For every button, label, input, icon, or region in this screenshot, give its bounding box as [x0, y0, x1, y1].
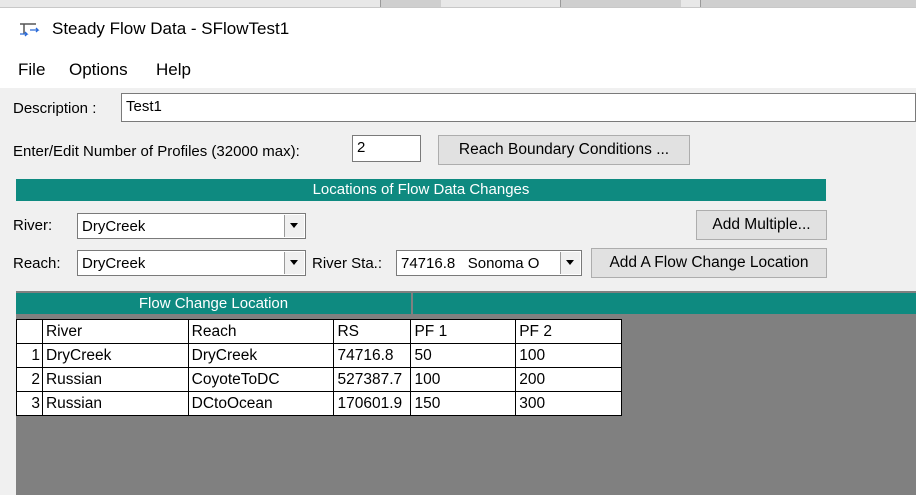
dropdown-arrow-icon[interactable] [284, 252, 304, 274]
title-bar: Steady Flow Data - SFlowTest1 [0, 8, 916, 52]
table-row: 3 Russian DCtoOcean 170601.9 150 300 [16, 391, 622, 416]
cell-rs[interactable]: 74716.8 [333, 343, 412, 368]
reach-boundary-conditions-button[interactable]: Reach Boundary Conditions ... [438, 135, 690, 165]
reach-label: Reach: [13, 255, 61, 272]
cell-pf2[interactable]: 100 [515, 343, 622, 368]
description-label: Description : [13, 100, 97, 117]
locations-header: Locations of Flow Data Changes [16, 179, 826, 201]
flow-data-icon [18, 20, 40, 40]
cell-pf1[interactable]: 100 [410, 367, 517, 392]
profiles-input[interactable]: 2 [352, 135, 421, 162]
table-row: 1 DryCreek DryCreek 74716.8 50 100 [16, 343, 622, 368]
river-sta-select[interactable]: 74716.8 Sonoma O [396, 250, 582, 276]
dropdown-arrow-icon[interactable] [284, 215, 304, 237]
dropdown-arrow-icon[interactable] [560, 252, 580, 274]
menu-help[interactable]: Help [152, 58, 195, 82]
cell-reach[interactable]: CoyoteToDC [187, 367, 335, 392]
row-number: 1 [16, 343, 43, 368]
cell-rs[interactable]: 170601.9 [333, 391, 412, 416]
menu-options[interactable]: Options [65, 58, 132, 82]
river-sta-label: River Sta.: [312, 255, 383, 272]
river-label: River: [13, 217, 53, 234]
cell-rs[interactable]: 527387.7 [333, 367, 412, 392]
table-header-row: River Reach RS PF 1 PF 2 [16, 319, 622, 344]
profiles-group-header [413, 293, 916, 314]
content-area: Description : Test1 Enter/Edit Number of… [0, 88, 916, 495]
column-header-rs: RS [333, 319, 412, 344]
flow-change-location-header: Flow Change Location [16, 293, 411, 314]
cell-reach[interactable]: DCtoOcean [187, 391, 335, 416]
flow-table: River Reach RS PF 1 PF 2 1 DryCreek DryC… [16, 319, 622, 416]
menu-bar: File Options Help [0, 52, 916, 88]
cell-pf2[interactable]: 300 [515, 391, 622, 416]
column-header-reach: Reach [187, 319, 335, 344]
description-input[interactable]: Test1 [121, 93, 916, 122]
cell-reach[interactable]: DryCreek [187, 343, 335, 368]
column-header-river: River [41, 319, 189, 344]
corner-cell [16, 319, 43, 344]
reach-select-value: DryCreek [82, 255, 146, 272]
cell-pf2[interactable]: 200 [515, 367, 622, 392]
cell-pf1[interactable]: 50 [410, 343, 517, 368]
column-header-pf1: PF 1 [410, 319, 517, 344]
row-number: 2 [16, 367, 43, 392]
reach-select[interactable]: DryCreek [77, 250, 306, 276]
cell-river[interactable]: Russian [41, 367, 189, 392]
cell-river[interactable]: Russian [41, 391, 189, 416]
river-sta-select-value: 74716.8 Sonoma O [401, 255, 540, 272]
table-row: 2 Russian CoyoteToDC 527387.7 100 200 [16, 367, 622, 392]
river-select[interactable]: DryCreek [77, 213, 306, 239]
row-number: 3 [16, 391, 43, 416]
add-flow-change-location-button[interactable]: Add A Flow Change Location [591, 248, 827, 278]
window-title: Steady Flow Data - SFlowTest1 [52, 19, 290, 38]
cell-river[interactable]: DryCreek [41, 343, 189, 368]
column-header-pf2: PF 2 [515, 319, 622, 344]
river-select-value: DryCreek [82, 218, 146, 235]
menu-file[interactable]: File [14, 58, 49, 82]
profiles-label: Enter/Edit Number of Profiles (32000 max… [13, 143, 300, 160]
add-multiple-button[interactable]: Add Multiple... [696, 210, 827, 240]
background-window-strip [0, 0, 916, 8]
cell-pf1[interactable]: 150 [410, 391, 517, 416]
